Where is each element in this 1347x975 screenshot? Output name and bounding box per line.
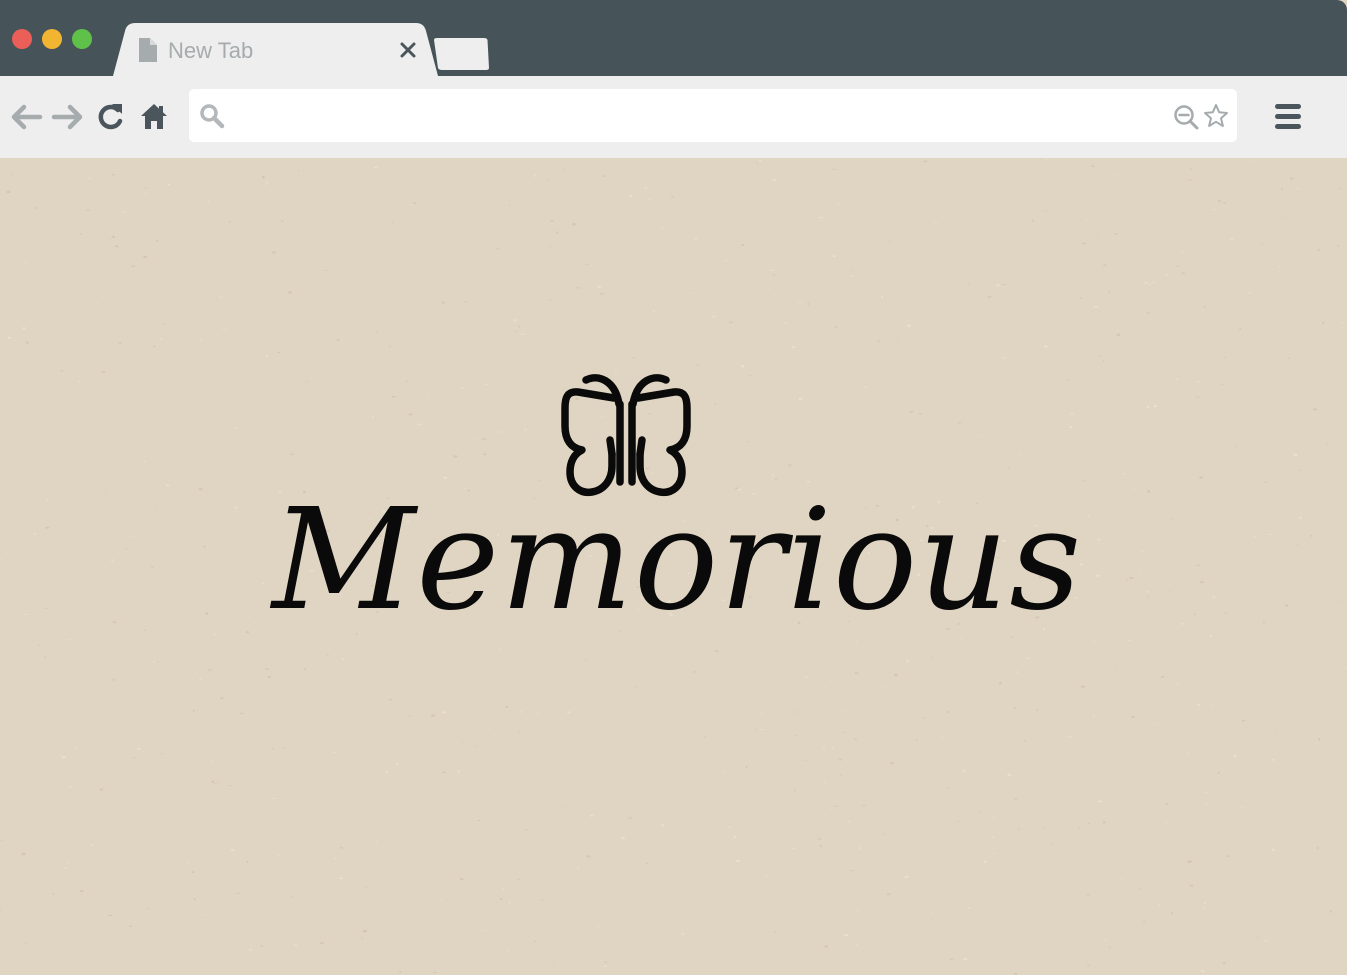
- page-content: Memorious: [0, 158, 1347, 975]
- back-button[interactable]: [9, 100, 43, 134]
- zoom-out-icon[interactable]: [1173, 104, 1199, 130]
- new-tab-icon: [434, 38, 489, 70]
- search-icon: [199, 103, 225, 129]
- star-icon[interactable]: [1202, 102, 1230, 130]
- home-icon: [141, 104, 167, 129]
- document-icon: [138, 38, 158, 62]
- forward-arrow-icon: [51, 104, 83, 130]
- address-input[interactable]: [233, 97, 1157, 135]
- tab-title: New Tab: [168, 38, 254, 63]
- window-maximize-button[interactable]: [72, 29, 92, 49]
- close-icon[interactable]: [397, 39, 419, 61]
- browser-window: New Tab Memorious: [0, 0, 1347, 975]
- window-minimize-button[interactable]: [42, 29, 62, 49]
- home-button[interactable]: [137, 100, 171, 134]
- browser-toolbar: [0, 76, 1347, 158]
- tab-strip: New Tab: [0, 0, 1347, 76]
- browser-menu-button[interactable]: [1273, 102, 1303, 132]
- tab-background: [113, 23, 438, 76]
- new-tab-button[interactable]: [432, 38, 490, 70]
- window-close-button[interactable]: [12, 29, 32, 49]
- brand-name: Memorious: [272, 479, 1083, 642]
- tab-new-tab[interactable]: New Tab: [113, 23, 438, 76]
- address-bar[interactable]: [189, 89, 1237, 142]
- forward-button[interactable]: [51, 100, 85, 134]
- reload-button[interactable]: [94, 100, 128, 134]
- reload-icon: [98, 104, 123, 130]
- hamburger-menu-icon: [1275, 104, 1301, 129]
- back-arrow-icon: [11, 104, 43, 130]
